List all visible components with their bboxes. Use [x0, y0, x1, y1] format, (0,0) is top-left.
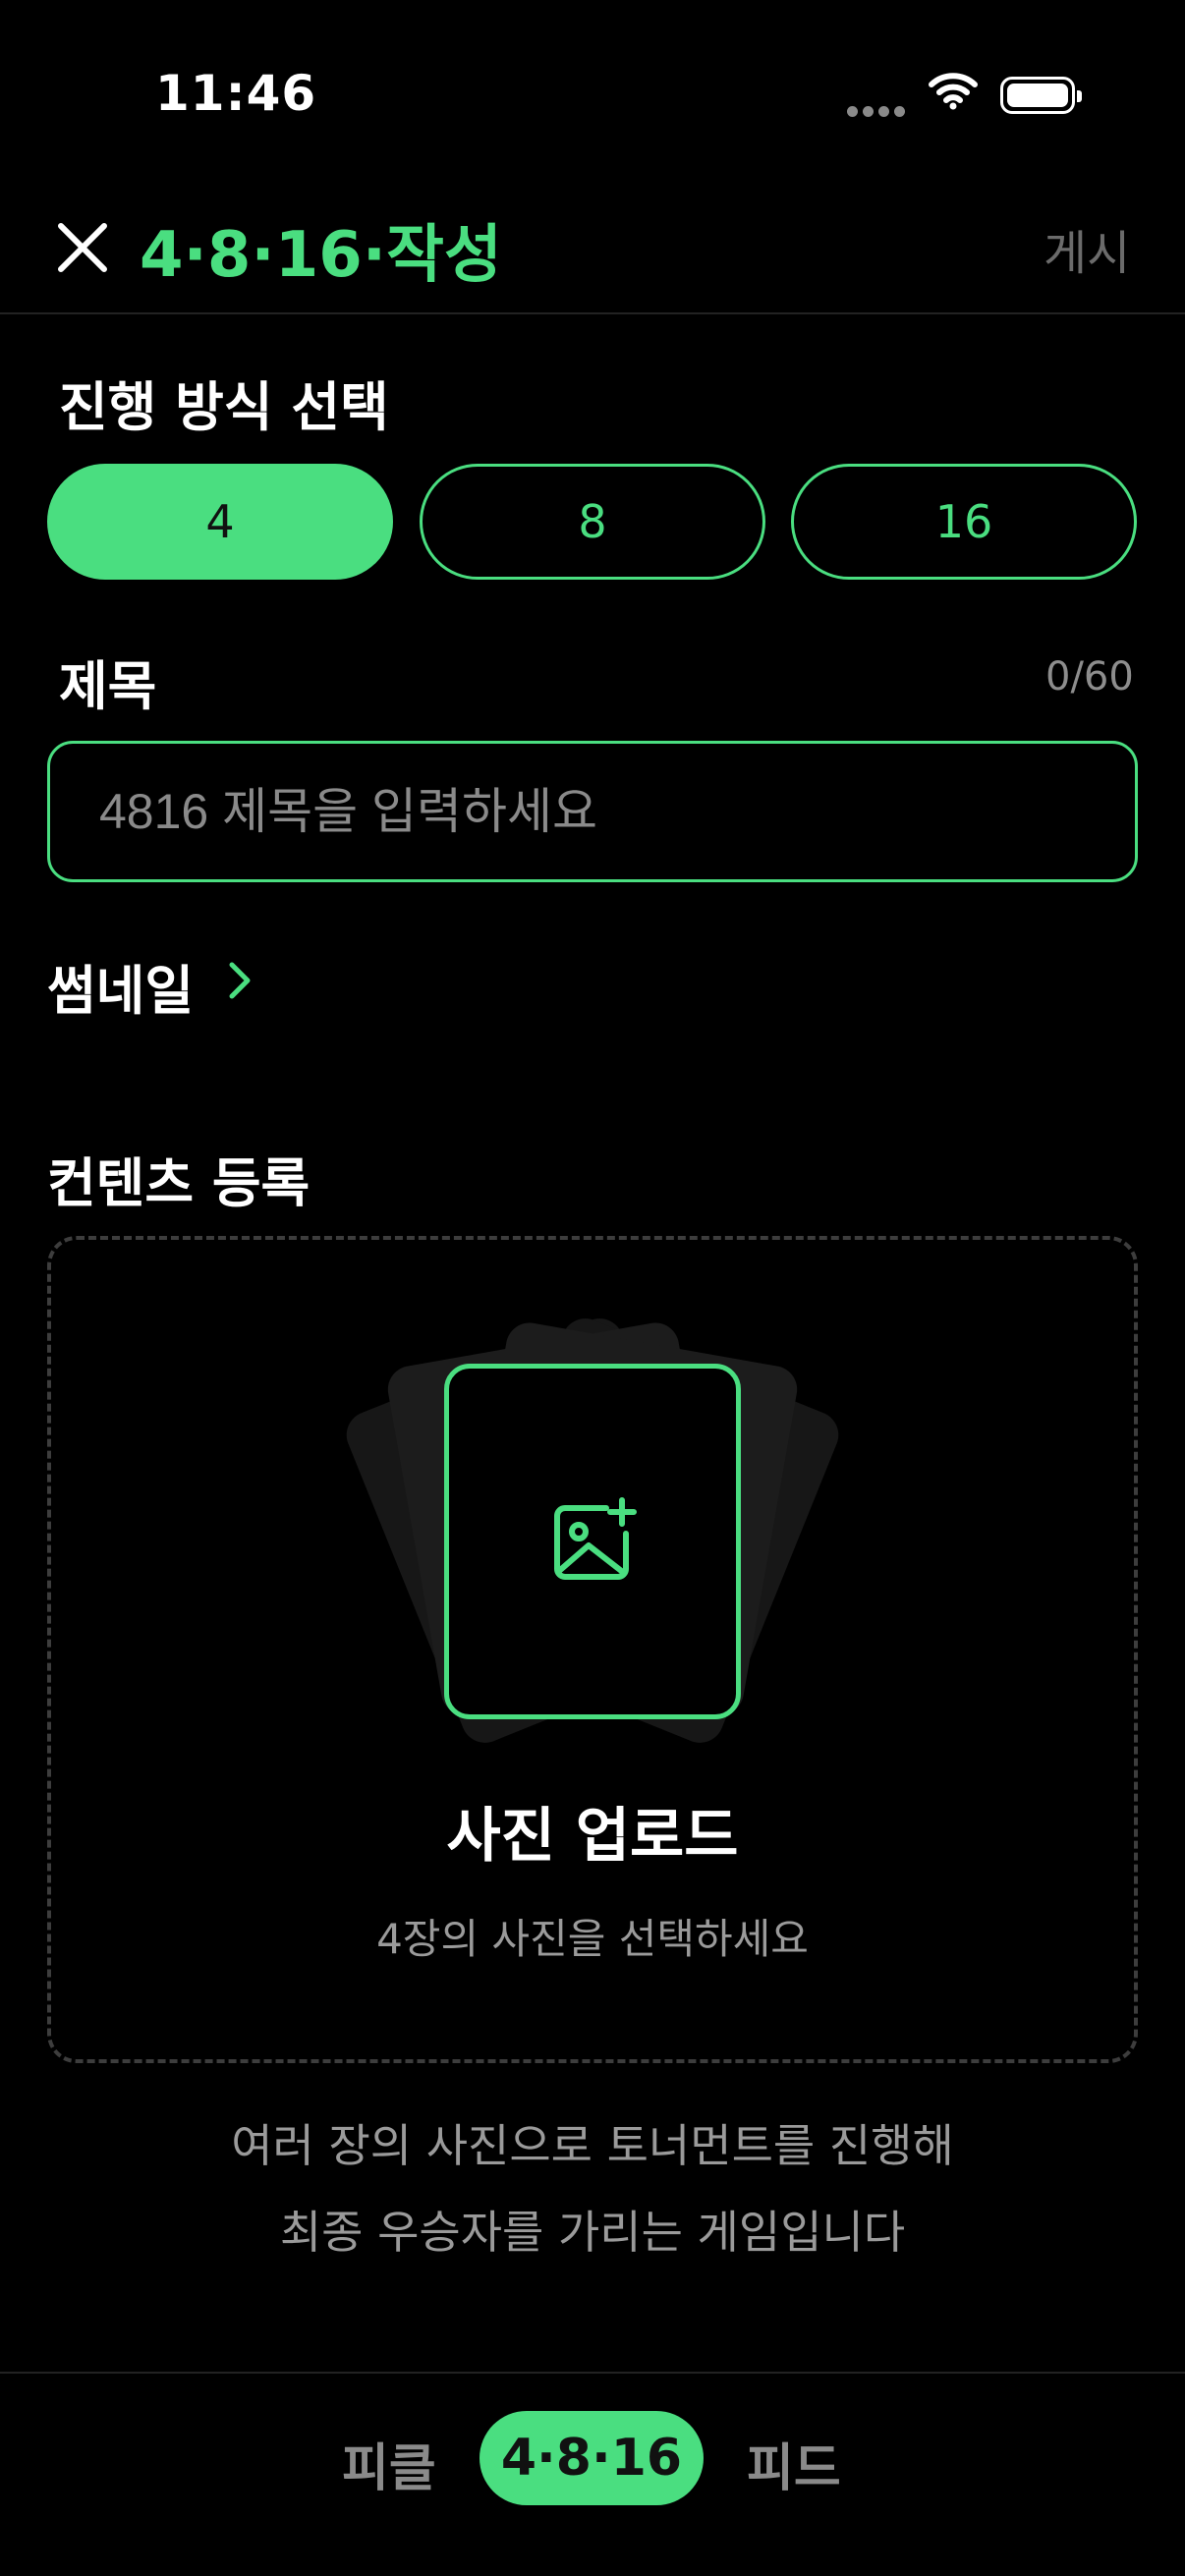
battery-icon: [1000, 77, 1082, 114]
header-divider: [0, 312, 1185, 314]
description-line-1: 여러 장의 사진으로 토너먼트를 진행해: [231, 2119, 954, 2172]
cellular-signal-icon: [847, 102, 910, 121]
title-char-counter: 0/60: [1045, 654, 1134, 700]
mode-section-label: 진행 방식 선택: [59, 376, 389, 438]
mode-option-16[interactable]: 16: [791, 464, 1137, 580]
chevron-right-icon[interactable]: [226, 959, 255, 1006]
content-section-label: 컨텐츠 등록: [47, 1152, 310, 1214]
wifi-icon: [928, 71, 979, 114]
thumbnail-link[interactable]: 썸네일: [47, 947, 194, 1025]
add-image-icon: [554, 1497, 637, 1580]
close-button[interactable]: [53, 218, 112, 277]
game-description: 여러 장의 사진으로 토너먼트를 진행해 최종 우승자를 가리는 게임입니다: [0, 2102, 1185, 2275]
nav-tab-feed[interactable]: 피드: [747, 2427, 841, 2500]
close-icon: [58, 223, 107, 272]
status-time: 11:46: [155, 65, 317, 122]
nav-tab-4816[interactable]: 4·8·16: [480, 2411, 704, 2505]
page-title: 4·8·16·작성: [140, 219, 502, 292]
description-line-2: 최종 우승자를 가리는 게임입니다: [279, 2206, 906, 2259]
upload-photo-card[interactable]: [444, 1364, 741, 1719]
bottom-nav-divider: [0, 2372, 1185, 2374]
mode-option-8[interactable]: 8: [420, 464, 765, 580]
upload-subtitle: 4장의 사진을 선택하세요: [376, 1915, 809, 1963]
mode-option-4[interactable]: 4: [47, 464, 393, 580]
title-field-label: 제목: [59, 655, 157, 717]
title-input[interactable]: [47, 741, 1138, 882]
upload-title: 사진 업로드: [446, 1802, 739, 1871]
nav-tab-pickle[interactable]: 피클: [342, 2427, 436, 2500]
post-button[interactable]: 게시: [1044, 214, 1130, 283]
